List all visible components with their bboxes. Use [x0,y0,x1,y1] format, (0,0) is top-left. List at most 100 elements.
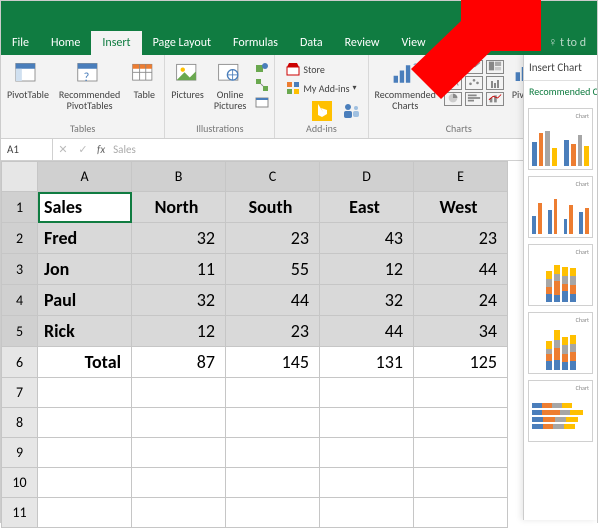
name-box[interactable]: A1 [1,139,53,160]
chart-thumb-stacked-bar[interactable]: Chart [528,380,593,442]
cell[interactable] [226,378,320,408]
cell[interactable]: 131 [320,347,414,378]
cancel-icon[interactable]: ✕ [53,143,73,156]
cell-c1[interactable]: South [226,192,320,223]
col-header-b[interactable]: B [132,162,226,192]
cell[interactable] [38,498,132,528]
chart-thumb-clustered-column-2[interactable]: Chart [528,176,593,238]
cell-b1[interactable]: North [132,192,226,223]
recommended-charts-button[interactable]: ? Recommended Charts [371,58,440,113]
cell[interactable] [38,468,132,498]
cell[interactable]: 87 [132,347,226,378]
cell-d1[interactable]: East [320,192,414,223]
cell[interactable]: 43 [320,223,414,254]
tab-page-layout[interactable]: Page Layout [142,31,222,55]
cell[interactable] [320,438,414,468]
row-header[interactable]: 11 [2,498,38,528]
cell[interactable] [38,438,132,468]
row-header[interactable]: 4 [2,285,38,316]
waterfall-chart-button[interactable] [444,76,462,90]
cell[interactable] [414,438,508,468]
cell[interactable] [226,498,320,528]
cell[interactable]: 23 [414,223,508,254]
cell[interactable] [226,408,320,438]
tab-view[interactable]: View [391,31,437,55]
tab-review[interactable]: Review [334,31,391,55]
col-header-c[interactable]: C [226,162,320,192]
cell[interactable] [226,468,320,498]
cell[interactable]: 32 [132,285,226,316]
pivot-table-button[interactable]: PivotTable [3,58,53,103]
tab-insert[interactable]: Insert [91,31,141,55]
cell[interactable]: Paul [38,285,132,316]
cell[interactable]: 44 [226,285,320,316]
cell-e1[interactable]: West [414,192,508,223]
row-header[interactable]: 7 [2,378,38,408]
cell[interactable] [414,498,508,528]
cell[interactable]: 34 [414,316,508,347]
formula-value[interactable]: Sales [109,143,140,156]
cell[interactable] [132,378,226,408]
cell[interactable] [132,468,226,498]
line-chart-button[interactable] [465,60,483,74]
column-chart-button[interactable] [444,60,462,74]
tab-formulas[interactable]: Formulas [222,31,289,55]
tab-data[interactable]: Data [289,31,334,55]
cell[interactable]: 44 [320,316,414,347]
row-header[interactable]: 9 [2,438,38,468]
tab-home[interactable]: Home [40,31,91,55]
cell[interactable]: 55 [226,254,320,285]
chart-thumb-stacked-column[interactable]: Chart [528,244,593,306]
row-header[interactable]: 5 [2,316,38,347]
recommended-pivot-button[interactable]: ? Recommended PivotTables [55,58,124,113]
col-header-e[interactable]: E [414,162,508,192]
cell[interactable] [414,378,508,408]
enter-icon[interactable]: ✓ [73,143,93,156]
online-pictures-button[interactable]: Online Pictures [210,58,251,113]
chart-thumb-stacked-column-2[interactable]: Chart [528,312,593,374]
worksheet-grid[interactable]: A B C D E 1 Sales North South East West … [1,161,597,528]
people-graph-button[interactable] [338,101,366,121]
cell[interactable]: Total [38,347,132,378]
cell[interactable]: 32 [132,223,226,254]
cell[interactable] [320,408,414,438]
table-button[interactable]: Table [126,58,162,103]
chart-thumb-clustered-column[interactable]: Chart [528,108,593,170]
store-button[interactable]: Store [283,61,327,77]
bing-maps-button[interactable] [308,101,336,121]
row-header[interactable]: 2 [2,223,38,254]
cell[interactable] [38,378,132,408]
fx-icon[interactable]: fx [93,143,109,156]
cell[interactable]: 145 [226,347,320,378]
cell[interactable] [414,408,508,438]
tab-file[interactable]: File [1,31,40,55]
cell[interactable] [414,468,508,498]
cell[interactable]: 24 [414,285,508,316]
bar-chart-button[interactable] [465,92,483,106]
shapes-button[interactable] [252,60,272,76]
col-header-d[interactable]: D [320,162,414,192]
cell[interactable] [226,438,320,468]
row-header[interactable]: 10 [2,468,38,498]
row-header[interactable]: 3 [2,254,38,285]
tab-tell-me[interactable]: ♀ t to d [537,30,597,55]
cell[interactable]: 23 [226,223,320,254]
cell[interactable] [320,378,414,408]
cell[interactable]: Jon [38,254,132,285]
cell[interactable]: Fred [38,223,132,254]
cell[interactable]: 32 [320,285,414,316]
row-header[interactable]: 6 [2,347,38,378]
cell[interactable]: 125 [414,347,508,378]
cell[interactable]: 12 [132,316,226,347]
cell[interactable]: 12 [320,254,414,285]
select-all-corner[interactable] [2,162,38,192]
cell[interactable]: 44 [414,254,508,285]
cell[interactable] [320,498,414,528]
cell-a1[interactable]: Sales [38,192,132,223]
row-header[interactable]: 8 [2,408,38,438]
cell[interactable]: Rick [38,316,132,347]
screenshot-button[interactable] [252,94,272,110]
my-addins-button[interactable]: My Add-ins ▾ [283,80,359,96]
cell[interactable] [38,408,132,438]
cell[interactable]: 11 [132,254,226,285]
